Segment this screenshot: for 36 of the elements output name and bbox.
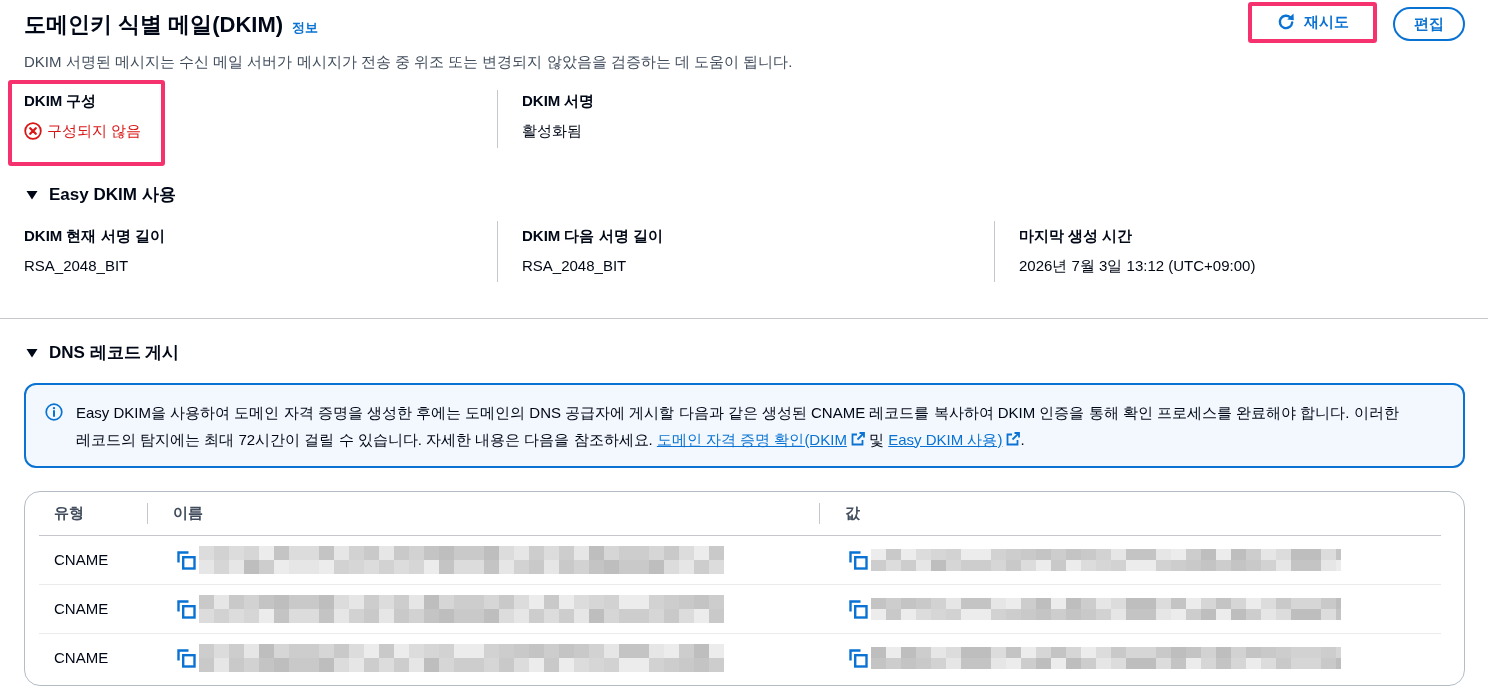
field-label: DKIM 현재 서명 길이	[24, 226, 166, 246]
field-value: 2026년 7월 3일 13:12 (UTC+09:00)	[1019, 256, 1257, 276]
external-link[interactable]: Easy DKIM 사용)	[888, 430, 1021, 448]
column-header: 이름	[147, 491, 819, 536]
external-link-icon	[850, 431, 865, 446]
copy-icon[interactable]	[176, 550, 196, 570]
copy-icon[interactable]	[176, 648, 196, 669]
field-label: DKIM 구성	[24, 90, 98, 111]
field-value: RSA_2048_BIT	[522, 256, 628, 276]
section-toggle[interactable]: Easy DKIM 사용	[26, 182, 176, 207]
copy-icon[interactable]	[848, 648, 868, 669]
error-icon	[24, 121, 42, 140]
field-label: DKIM 다음 서명 길이	[522, 226, 664, 246]
external-link[interactable]: 도메인 자격 증명 확인(DKIM	[656, 430, 865, 448]
copy-icon[interactable]	[848, 550, 868, 570]
copy-icon[interactable]	[848, 599, 868, 619]
status-text: 구성되지 않음	[47, 120, 142, 141]
info-icon	[45, 402, 63, 421]
refresh-icon	[1276, 12, 1296, 32]
info-link[interactable]: 정보	[292, 18, 319, 38]
table-cell: CNAME	[39, 633, 147, 683]
field-value: RSA_2048_BIT	[24, 256, 130, 276]
table-cell: CNAME	[39, 584, 147, 634]
section-description: DKIM 서명된 메시지는 수신 메일 서버가 메시지가 전송 중 위조 또는 변경되지 않았음을 검증하는 데 도움이 됩니다.	[24, 51, 794, 72]
column-header: 유형	[39, 491, 147, 536]
section-toggle[interactable]: DNS 레코드 게시	[26, 341, 180, 365]
copy-icon[interactable]	[176, 599, 196, 619]
info-message: Easy DKIM을 사용하여 도메인 자격 증명을 생성한 후에는 도메인의 DNS 공급자에 게시할 다음과 같은 생성된 CNAME 레코드를 복사하여 DKIM 인증을 통해 확인 프로세스를 완료해야 합니다. 이러한 레코드의 탐지에는 최대 72시간이 걸릴 수 있습니다. 자세한 내용은 다음을 참조하세요. 도메인 자격 증명 확인(DKIM 및 Easy DKIM 사용) .	[76, 402, 1400, 450]
edit-button[interactable]: 편집	[1393, 7, 1465, 42]
field-label: DKIM 서명	[522, 90, 596, 111]
page-title: 도메인키 식별 메일(DKIM)	[24, 11, 284, 39]
field-value: 활성화됨	[522, 120, 583, 141]
field-label: 마지막 생성 시간	[1019, 226, 1134, 246]
table-cell: CNAME	[39, 535, 147, 585]
external-link-icon	[1006, 431, 1021, 446]
column-header: 값	[819, 491, 1441, 536]
